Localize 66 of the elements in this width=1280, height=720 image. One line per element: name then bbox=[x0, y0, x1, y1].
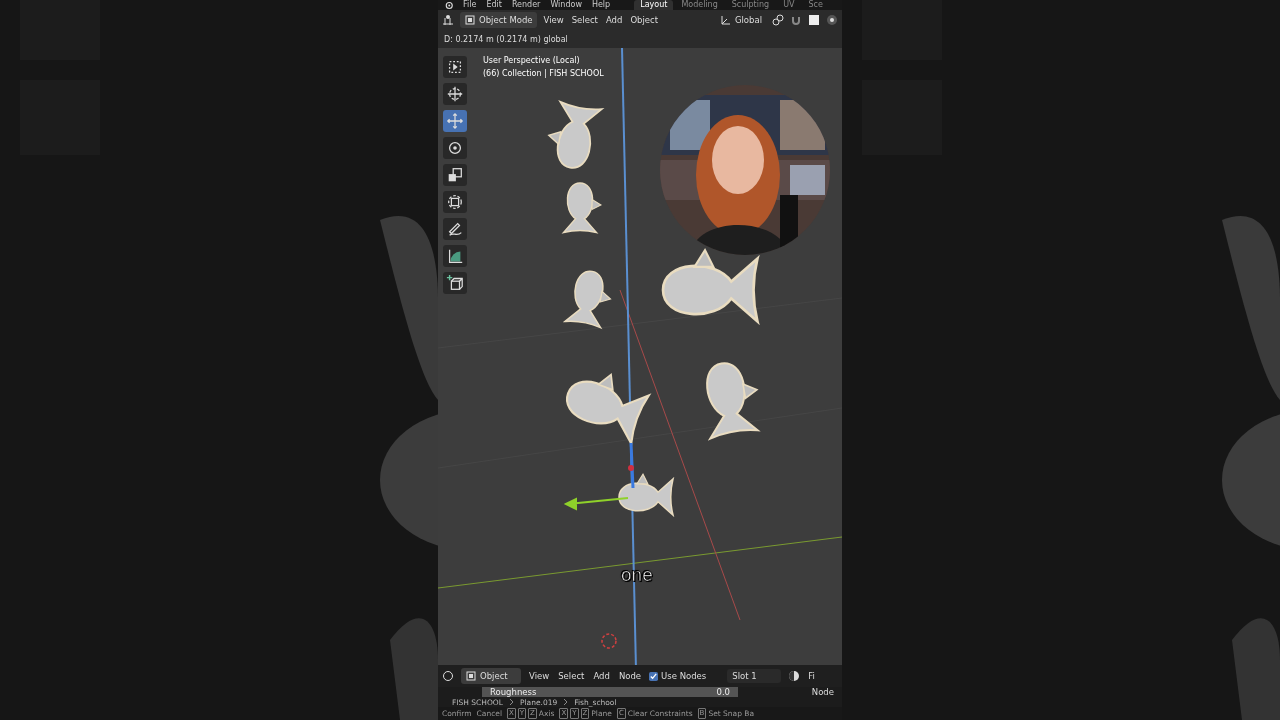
3d-cursor-icon bbox=[601, 633, 617, 649]
tool-button[interactable] bbox=[443, 191, 467, 213]
fish-model bbox=[562, 182, 603, 234]
roughness-field[interactable]: Roughness 0.0 bbox=[482, 687, 738, 697]
checkbox-label[interactable]: Use Nodes bbox=[661, 671, 707, 681]
fish-model bbox=[547, 101, 603, 169]
workspace-tab[interactable]: Sce bbox=[802, 0, 829, 10]
tool-button[interactable] bbox=[443, 245, 467, 267]
shading-icon[interactable] bbox=[788, 670, 801, 682]
menu-item[interactable]: Add bbox=[592, 671, 611, 681]
slot-dropdown[interactable]: Slot 1 bbox=[727, 669, 782, 683]
annotate-icon bbox=[446, 220, 464, 238]
menu-item[interactable]: File bbox=[463, 0, 477, 10]
menu-item[interactable]: Fi bbox=[807, 671, 816, 681]
fish-model bbox=[618, 472, 674, 516]
transform-icon bbox=[446, 193, 464, 211]
menu-item[interactable]: Help bbox=[591, 0, 611, 10]
orientation-dropdown[interactable]: Global bbox=[715, 12, 766, 28]
menu-item[interactable]: View bbox=[542, 15, 565, 25]
menu-item[interactable]: Node bbox=[617, 671, 643, 681]
tool-button[interactable] bbox=[443, 56, 467, 78]
cursor-icon bbox=[446, 85, 464, 103]
measure-icon bbox=[446, 247, 464, 265]
menu-item[interactable]: Add bbox=[604, 15, 624, 25]
link-icon[interactable] bbox=[772, 14, 784, 26]
menu-item[interactable]: Select bbox=[570, 15, 599, 25]
menu-item[interactable]: Window bbox=[550, 0, 582, 10]
axes-icon bbox=[719, 14, 732, 26]
checkbox[interactable] bbox=[649, 671, 659, 681]
tool-button[interactable] bbox=[443, 164, 467, 186]
scale-icon bbox=[446, 166, 464, 184]
tool-button[interactable] bbox=[443, 218, 467, 240]
app-logo-icon[interactable] bbox=[444, 0, 453, 10]
select-icon bbox=[446, 58, 464, 76]
tool-button[interactable] bbox=[443, 272, 467, 294]
fish-model bbox=[564, 270, 612, 329]
tool-button[interactable] bbox=[443, 137, 467, 159]
object-icon bbox=[464, 14, 476, 26]
menu-item[interactable]: View bbox=[528, 671, 551, 681]
add-cube-icon bbox=[446, 274, 464, 292]
viewport-info: (66) Collection | FISH SCHOOL bbox=[483, 68, 604, 80]
move-gizmo-drawing[interactable] bbox=[565, 442, 635, 510]
panel-header[interactable]: Node bbox=[811, 687, 834, 697]
workspace-tab[interactable]: Layout bbox=[634, 0, 674, 10]
chevron-icon bbox=[563, 699, 569, 705]
viewport-info: User Perspective (Local) bbox=[483, 55, 581, 67]
proportional-icon[interactable] bbox=[826, 14, 838, 26]
workspace-tab[interactable]: Modeling bbox=[675, 0, 724, 10]
mode-dropdown[interactable]: Object Mode bbox=[460, 12, 537, 28]
tool-button[interactable] bbox=[443, 83, 467, 105]
workspace-tab[interactable]: Sculpting bbox=[725, 0, 776, 10]
menu-item[interactable]: Render bbox=[511, 0, 541, 10]
mode-dropdown[interactable]: Object bbox=[461, 668, 521, 684]
rotate-icon bbox=[446, 139, 464, 157]
editor-type-icon[interactable] bbox=[442, 14, 454, 26]
magnet-icon[interactable] bbox=[790, 14, 802, 26]
move-icon bbox=[446, 112, 464, 130]
workspace-tab[interactable]: UV bbox=[777, 0, 801, 10]
object-icon bbox=[465, 670, 477, 682]
square-icon[interactable] bbox=[808, 14, 820, 26]
editor-type-icon[interactable] bbox=[442, 670, 454, 682]
menu-item[interactable]: Edit bbox=[486, 0, 502, 10]
operator-status: D: 0.2174 m (0.2174 m) global bbox=[444, 34, 568, 44]
chevron-icon bbox=[508, 699, 514, 705]
menu-item[interactable]: Select bbox=[557, 671, 586, 681]
menu-item[interactable]: Object bbox=[629, 15, 660, 25]
